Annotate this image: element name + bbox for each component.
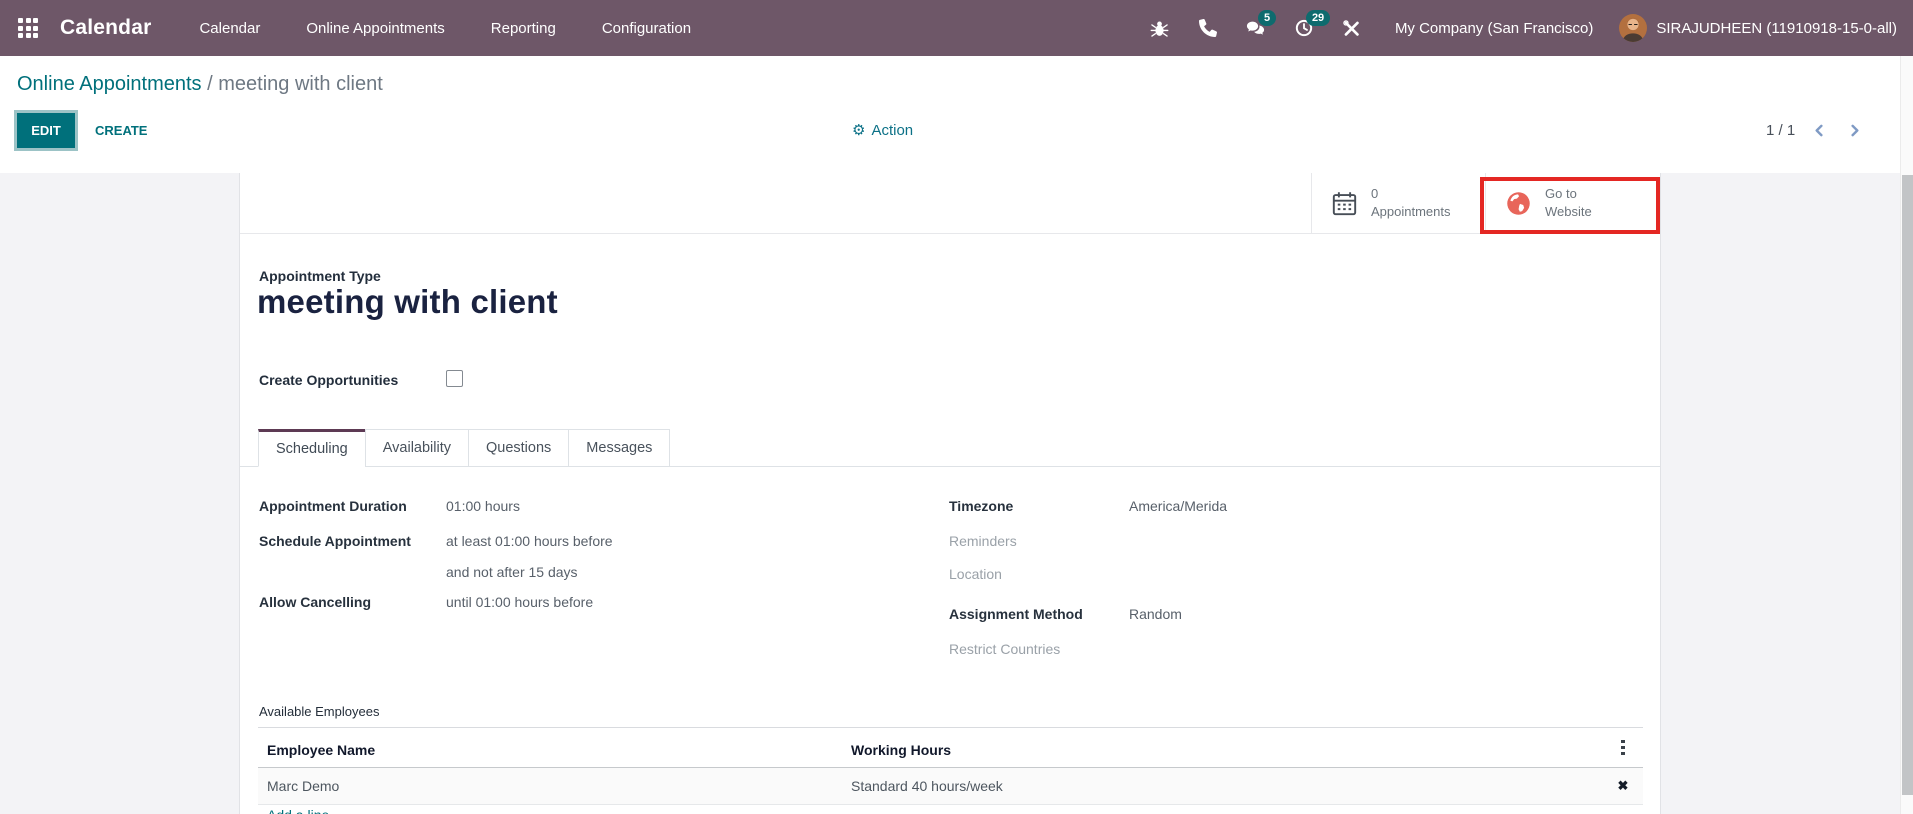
appointments-count: 0: [1371, 186, 1379, 202]
notebook-tabs: Scheduling Availability Questions Messag…: [240, 428, 1660, 467]
tab-messages[interactable]: Messages: [568, 429, 671, 467]
company-switcher[interactable]: My Company (San Francisco): [1395, 20, 1593, 37]
employees-table-header: Employee Name Working Hours: [258, 725, 1643, 768]
field-value: Random: [1129, 606, 1182, 622]
table-row[interactable]: Marc Demo Standard 40 hours/week ✖: [258, 768, 1643, 805]
activities-clock-icon[interactable]: 29: [1293, 10, 1331, 39]
breadcrumb-current: meeting with client: [218, 73, 383, 95]
delete-row-icon[interactable]: ✖: [1618, 778, 1629, 794]
column-working-hours[interactable]: Working Hours: [851, 742, 1603, 767]
menu-online-appointments[interactable]: Online Appointments: [306, 20, 444, 37]
appointments-stat-button[interactable]: 0 Appointments: [1311, 173, 1485, 233]
main-menu: Calendar Online Appointments Reporting C…: [199, 20, 691, 37]
field-label: Allow Cancelling: [259, 594, 372, 610]
field-label: Restrict Countries: [949, 641, 1061, 657]
action-menu-button[interactable]: ⚙ Action: [852, 113, 913, 148]
website-label-line1: Go to: [1545, 186, 1577, 202]
breadcrumb: Online Appointments / meeting with clien…: [17, 73, 383, 96]
create-opportunities-label: Create Opportunities: [259, 372, 399, 388]
messages-count-badge: 5: [1257, 10, 1277, 27]
chevron-left-icon: [1815, 124, 1823, 137]
appointments-label: Appointments: [1371, 204, 1451, 219]
employees-table: Employee Name Working Hours Marc Demo St…: [258, 725, 1643, 805]
add-a-line-link[interactable]: Add a line: [267, 807, 329, 814]
menu-reporting[interactable]: Reporting: [491, 20, 556, 37]
field-label: Reminders: [949, 533, 1017, 549]
employee-name-cell[interactable]: Marc Demo: [258, 778, 851, 794]
pager-previous-button[interactable]: [1809, 119, 1830, 142]
user-avatar: [1619, 14, 1648, 42]
action-label: Action: [871, 122, 914, 139]
field-value: America/Merida: [1129, 498, 1228, 514]
working-hours-cell[interactable]: Standard 40 hours/week: [851, 778, 1603, 794]
tab-scheduling[interactable]: Scheduling: [258, 429, 366, 467]
stat-button-bar: 0 Appointments Go to Website: [240, 173, 1660, 234]
column-employee-name[interactable]: Employee Name: [258, 742, 851, 767]
messages-icon[interactable]: 5: [1245, 10, 1277, 39]
voip-phone-icon[interactable]: [1197, 17, 1219, 39]
field-value: at least 01:00 hours before: [446, 533, 613, 549]
field-label: Assignment Method: [949, 606, 1083, 622]
menu-configuration[interactable]: Configuration: [602, 20, 691, 37]
debug-bug-icon[interactable]: [1149, 17, 1171, 39]
appointment-type-label: Appointment Type: [259, 268, 381, 284]
activities-count-badge: 29: [1305, 10, 1331, 27]
field-label: Timezone: [949, 498, 1014, 514]
edit-button[interactable]: EDIT: [17, 113, 75, 148]
user-name: SIRAJUDHEEN (11910918-15-0-all): [1656, 19, 1897, 37]
menu-calendar[interactable]: Calendar: [199, 20, 260, 37]
form-sheet: 0 Appointments Go to Website Appointment…: [239, 173, 1661, 814]
pager-value[interactable]: 1 / 1: [1766, 122, 1795, 139]
gear-icon: ⚙: [852, 122, 866, 139]
vertical-scrollbar: [1900, 56, 1913, 814]
field-label: Location: [949, 566, 1002, 582]
app-title[interactable]: Calendar: [60, 16, 151, 40]
breadcrumb-separator: /: [207, 73, 213, 95]
record-title: meeting with client: [257, 283, 558, 320]
calendar-icon: [1332, 191, 1357, 215]
user-menu[interactable]: SIRAJUDHEEN (11910918-15-0-all): [1619, 14, 1897, 42]
control-panel: Online Appointments / meeting with clien…: [0, 56, 1913, 173]
field-value: 01:00 hours: [446, 498, 520, 514]
create-button[interactable]: CREATE: [95, 113, 147, 148]
globe-icon: [1507, 191, 1530, 215]
optional-columns-icon[interactable]: [1618, 737, 1628, 759]
navbar-systray: 5 29 My Company (San Francisco) SIRAJUDH…: [1149, 10, 1913, 42]
form-view: 0 Appointments Go to Website Appointment…: [0, 173, 1913, 814]
chevron-right-icon: [1851, 124, 1859, 137]
breadcrumb-online-appointments[interactable]: Online Appointments: [17, 73, 202, 95]
tab-availability[interactable]: Availability: [364, 429, 469, 467]
field-value: and not after 15 days: [446, 564, 578, 580]
field-label: Schedule Appointment: [259, 533, 411, 549]
field-value: until 01:00 hours before: [446, 594, 594, 610]
tools-icon[interactable]: [1341, 17, 1363, 39]
tab-questions[interactable]: Questions: [468, 429, 570, 467]
field-label: Appointment Duration: [259, 498, 407, 514]
apps-menu-icon[interactable]: [18, 18, 38, 38]
pager: 1 / 1: [1766, 113, 1865, 148]
scrollbar-thumb[interactable]: [1902, 175, 1913, 795]
go-to-website-button[interactable]: Go to Website: [1485, 173, 1660, 233]
top-navbar: Calendar Calendar Online Appointments Re…: [0, 0, 1913, 56]
website-label-line2: Website: [1545, 204, 1592, 219]
available-employees-section-title: Available Employees: [258, 701, 1643, 728]
pager-next-button[interactable]: [1844, 119, 1865, 142]
create-opportunities-checkbox[interactable]: [446, 370, 463, 387]
